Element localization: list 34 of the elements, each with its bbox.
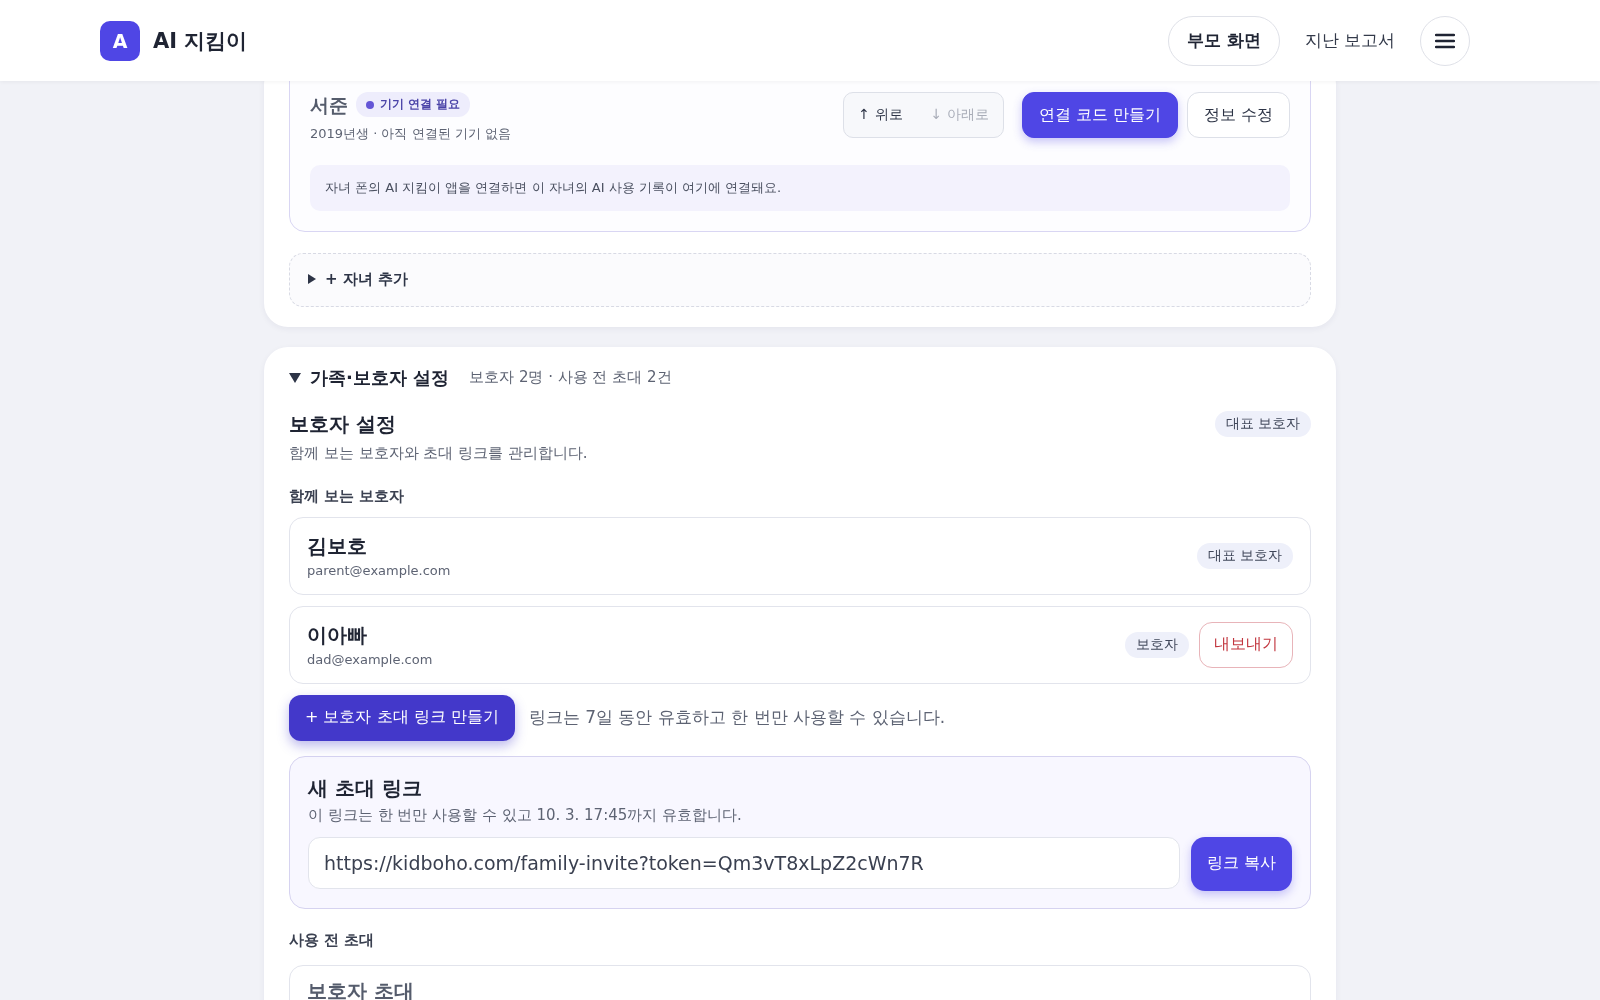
invite-link-title: 새 초대 링크 xyxy=(308,774,423,802)
invite-url-field[interactable]: https://kidboho.com/family-invite?token=Qm3vT8xLpZ2cWn7R xyxy=(308,836,1180,889)
pending-label: 사용 전 초대 xyxy=(289,930,376,950)
guardians-label: 함께 보는 보호자 xyxy=(289,486,406,506)
section-title[interactable]: 가족·보호자 설정 xyxy=(310,365,450,390)
app-title: AI 지킴이 xyxy=(153,27,249,55)
settings-description: 함께 보는 보호자와 초대 링크를 관리합니다. xyxy=(289,443,589,463)
guardian-name: 이아빠 xyxy=(307,622,368,649)
add-child-toggle[interactable]: + 자녀 추가 xyxy=(289,252,1311,307)
status-badge: 기기 연결 필요 xyxy=(356,92,471,117)
role-badge: 보호자 xyxy=(1125,631,1189,658)
move-button[interactable]: ↑ 위로 xyxy=(844,106,917,124)
role-badge: 대표 보호자 xyxy=(1214,411,1311,437)
create-invite-button[interactable]: + 보호자 초대 링크 만들기 xyxy=(289,694,515,741)
child-name: 서준 xyxy=(310,93,348,116)
edit-info-button[interactable]: 정보 수정 xyxy=(1186,92,1290,138)
logo-icon: A xyxy=(100,20,140,61)
copy-link-button[interactable]: 링크 복사 xyxy=(1190,836,1292,891)
settings-heading: 보호자 설정 xyxy=(289,410,396,438)
invite-note: 링크는 7일 동안 유효하고 한 번만 사용할 수 있습니다. xyxy=(528,706,946,729)
child-subtitle: 2019년생 · 아직 연결된 기기 없음 xyxy=(310,124,512,143)
remove-button[interactable]: 내보내기 xyxy=(1199,621,1293,668)
guardian-email: dad@example.com xyxy=(307,652,434,667)
info-note: 자녀 폰의 AI 지킴이 앱을 연결하면 이 자녀의 AI 사용 기록이 여기에 연결돼요. xyxy=(310,164,1290,211)
section-summary: 보호자 2명 · 사용 전 초대 2건 xyxy=(469,368,672,387)
guardian-name: 김보호 xyxy=(307,533,368,560)
menu-icon xyxy=(1435,32,1455,49)
pending-invite-title: 보호자 초대 xyxy=(307,977,414,1000)
nav-tab[interactable]: 지난 보고서 xyxy=(1293,15,1406,66)
invite-link-note: 이 링크는 한 번만 사용할 수 있고 10. 3. 17:45까지 유효합니다. xyxy=(308,805,743,825)
connect-code-button[interactable]: 연결 코드 만들기 xyxy=(1021,92,1178,138)
guardian-email: parent@example.com xyxy=(307,563,452,578)
role-badge: 대표 보호자 xyxy=(1196,542,1293,569)
menu-button[interactable] xyxy=(1420,15,1470,66)
